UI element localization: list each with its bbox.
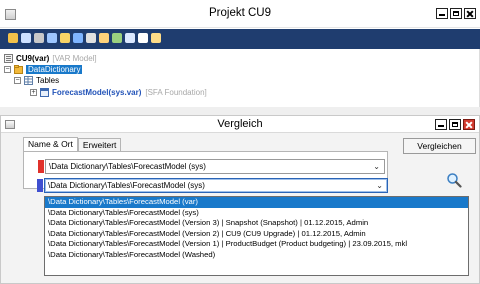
tree-item-data-dictionary[interactable]: − DataDictionary [4,64,83,75]
source-color-swatch [38,160,44,173]
maximize-button[interactable] [450,8,462,19]
tables-icon [24,76,33,85]
compare-icon[interactable] [138,33,148,43]
edit-icon[interactable] [34,33,44,43]
dialog-minimize-button[interactable] [435,119,447,130]
paste-icon[interactable] [99,33,109,43]
tree-root-tag: [VAR Model] [52,54,97,63]
dropdown-option[interactable]: \Data Dictionary\Tables\ForecastModel (v… [45,197,468,208]
dropdown-option[interactable]: \Data Dictionary\Tables\ForecastModel (s… [45,208,468,219]
chevron-down-icon[interactable]: ⌄ [376,179,383,192]
collapse-icon[interactable]: − [14,77,21,84]
tree-data-dictionary-label: DataDictionary [26,65,83,74]
undo-icon[interactable] [125,33,135,43]
tree-item-forecast-model[interactable]: + ForecastModel(sys.var) [SFA Foundation… [30,87,207,98]
target-color-swatch [37,179,43,192]
minimize-button[interactable] [436,8,448,19]
tree-forecast-model-label: ForecastModel(sys.var) [52,88,142,97]
dropdown-option[interactable]: \Data Dictionary\Tables\ForecastModel (V… [45,239,468,250]
dialog-maximize-button[interactable] [449,119,461,130]
collapse-icon[interactable]: − [4,66,11,73]
expand-icon[interactable]: + [30,89,37,96]
dialog-close-button[interactable] [463,119,475,130]
close-button[interactable] [464,8,476,19]
dialog-title: Vergleich [217,118,263,130]
bars-icon[interactable] [73,33,83,43]
tree-tables-label: Tables [36,76,60,85]
window-title: Projekt CU9 [209,7,271,19]
dialog-window-controls [435,119,475,130]
target-combo[interactable]: \Data Dictionary\Tables\ForecastModel (s… [44,178,388,193]
tree-root-label: CU9(var) [16,54,50,63]
dialog-title-bar: Vergleich [1,116,479,133]
copy-icon[interactable] [86,33,96,43]
window-controls [436,8,476,19]
main-title-bar: Projekt CU9 [0,0,480,28]
dialog-tabs: Name & Ort Erweitert [23,137,122,151]
tree-item-root[interactable]: CU9(var) [VAR Model] [4,53,97,64]
source-combo-value: \Data Dictionary\Tables\ForecastModel (s… [49,162,206,171]
toolbar [0,29,480,49]
dropdown-option[interactable]: \Data Dictionary\Tables\ForecastModel (W… [45,250,468,261]
tab-name-location[interactable]: Name & Ort [23,137,78,151]
chart-icon[interactable] [112,33,122,43]
save-icon[interactable] [21,33,31,43]
table-icon [40,88,49,97]
model-icon [4,54,13,63]
folder-icon [14,65,23,74]
target-combo-value: \Data Dictionary\Tables\ForecastModel (s… [48,181,205,190]
compare-button[interactable]: Vergleichen [403,138,476,154]
open-icon[interactable] [8,33,18,43]
export-icon[interactable] [151,33,161,43]
rename-icon[interactable] [47,33,57,43]
tab-advanced[interactable]: Erweitert [77,138,122,151]
source-combo[interactable]: \Data Dictionary\Tables\ForecastModel (s… [45,159,385,174]
magnifier-icon[interactable] [446,172,462,188]
dropdown-option[interactable]: \Data Dictionary\Tables\ForecastModel (V… [45,229,468,240]
filter-icon[interactable] [60,33,70,43]
tree-item-tables[interactable]: − Tables [14,75,59,86]
chevron-down-icon[interactable]: ⌄ [373,160,380,173]
target-combo-dropdown: \Data Dictionary\Tables\ForecastModel (v… [44,196,469,276]
project-tree: CU9(var) [VAR Model] − DataDictionary − … [0,49,480,107]
dropdown-option[interactable]: \Data Dictionary\Tables\ForecastModel (V… [45,218,468,229]
tree-forecast-tag: [SFA Foundation] [145,88,207,97]
